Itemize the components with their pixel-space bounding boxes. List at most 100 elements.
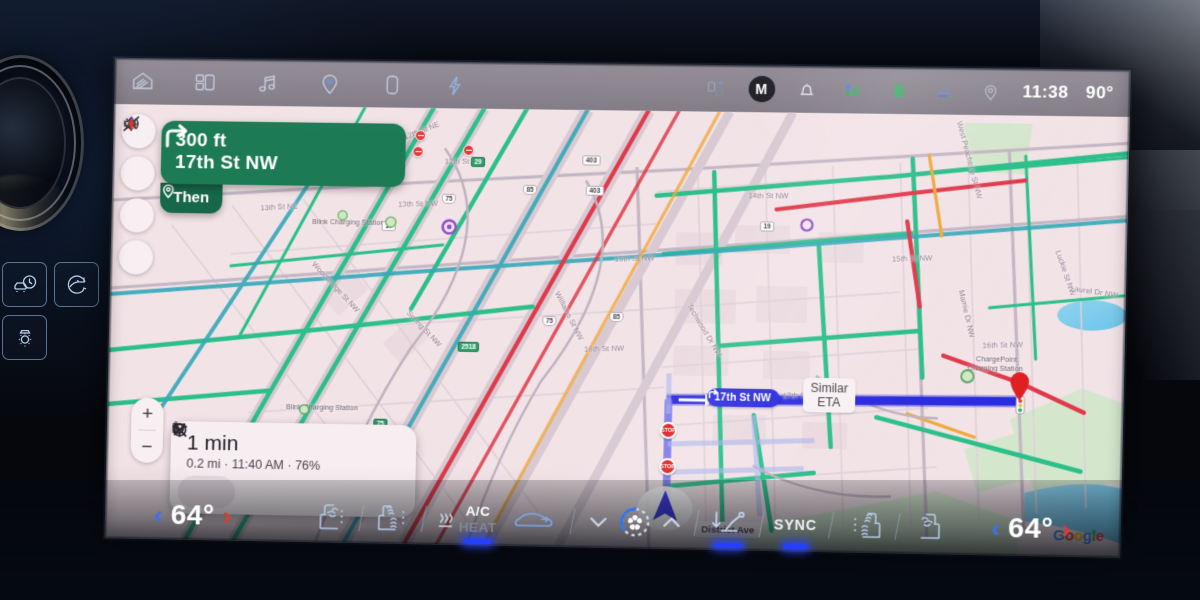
bell-icon[interactable]: [792, 75, 821, 104]
climate-divider: [692, 510, 700, 537]
climate-divider: [758, 511, 765, 538]
seat-heat-icon: [853, 508, 888, 543]
eta-details: 0.2 mi · 11:40 AM · 76%: [186, 456, 321, 473]
street-label: 15th St NW: [892, 253, 933, 264]
chevron-up-icon: [658, 511, 685, 534]
wifi-5g-icon: 5G: [930, 77, 959, 106]
climate-divider: [894, 513, 901, 540]
ac-label: A/C: [465, 503, 491, 520]
similar-eta-line2: ETA: [817, 395, 841, 410]
mute-voice-button[interactable]: [119, 116, 155, 233]
fan-icon: [617, 505, 652, 540]
then-label: Then: [173, 188, 210, 207]
poi-label: Blink Charging Station: [285, 404, 359, 413]
highway-shield: 403: [582, 155, 601, 167]
ac-heat-button[interactable]: A/C HEAT: [458, 493, 497, 546]
rear-defrost-icon: [513, 506, 560, 535]
seat-vent-icon: [311, 500, 344, 535]
fan-speed-decrease-button[interactable]: [584, 495, 612, 548]
recirculation-icon: [67, 275, 86, 294]
app-launcher-bar: [128, 67, 468, 99]
passenger-temp-increase-button[interactable]: ›: [1061, 514, 1071, 545]
turn-right-arrow-icon: [165, 124, 188, 148]
climate-divider: [568, 508, 576, 535]
zoom-out-button[interactable]: −: [130, 430, 163, 463]
eta-details-row: 0.2 mi · 11:40 AM · 76%: [170, 421, 416, 475]
climate-divider: [827, 512, 834, 539]
seat-heat-icon: [371, 501, 405, 536]
report-incident-button[interactable]: [118, 117, 154, 275]
zoom-in-button[interactable]: +: [131, 397, 164, 430]
home-icon[interactable]: [128, 67, 157, 95]
fan-speed-indicator[interactable]: [617, 496, 653, 549]
driver-seat-heat-button[interactable]: [371, 492, 414, 545]
fan-speed-increase-button[interactable]: [657, 496, 685, 549]
passenger-temperature-value: 64°: [1007, 511, 1054, 545]
chevron-down-icon: [585, 510, 612, 533]
map-pin-icon[interactable]: [315, 69, 344, 97]
location-pin-icon: [976, 77, 1005, 106]
passenger-seat-heat-button[interactable]: [844, 499, 888, 552]
windshield-heat-icon-wrap[interactable]: [434, 493, 457, 546]
phone-projection-icon[interactable]: [702, 74, 731, 103]
passenger-seat-vent-button[interactable]: [906, 500, 948, 553]
highway-shield: 2518: [457, 341, 480, 353]
driver-temp-decrease-button[interactable]: ‹: [154, 500, 163, 530]
destination-pin-icon: [1010, 371, 1030, 401]
lightning-bolt-icon[interactable]: [440, 71, 469, 99]
route-badge-label: 17th St NW: [714, 390, 772, 404]
display-brightness-button[interactable]: [2, 315, 47, 360]
sync-label: SYNC: [773, 516, 818, 534]
ac-active-indicator: [463, 538, 492, 545]
brightness-icon: [18, 329, 31, 346]
eta-time-remaining: 1 min: [186, 431, 239, 456]
profile-avatar[interactable]: M: [747, 75, 776, 103]
map-control-stack: [118, 114, 157, 275]
fan-ring: [617, 505, 652, 540]
highway-shield: 29: [470, 156, 486, 168]
driver-temperature-control: ‹ 64° ›: [154, 499, 232, 532]
dashboard-split-icon[interactable]: [190, 68, 219, 96]
maneuver-card[interactable]: 300 ft 17th St NW: [160, 120, 407, 187]
similar-eta-label: Similar ETA: [802, 377, 856, 414]
phone-icon[interactable]: [377, 70, 406, 98]
map-settings-button[interactable]: [120, 116, 156, 191]
passenger-temp-decrease-button[interactable]: ‹: [991, 513, 1001, 544]
maneuver-street: 17th St NW: [174, 152, 278, 175]
sync-button[interactable]: SYNC: [773, 498, 817, 551]
bezel-button-group: [2, 262, 106, 360]
infotainment-screenshot: M 5G 11:38 90° 12th St NE 12th St NW 13t…: [0, 0, 1200, 600]
poi-label: ChargePoint: [975, 356, 1018, 364]
clock: 11:38: [1022, 82, 1069, 102]
report-arrow-icon: [128, 117, 134, 130]
destination-pin-icon: [162, 184, 174, 199]
rear-defrost-button[interactable]: [512, 494, 560, 547]
driver-temp-increase-button[interactable]: ›: [222, 501, 231, 531]
similar-eta-line1: Similar: [810, 380, 849, 396]
adaptive-cruise-button[interactable]: [2, 262, 47, 307]
battery-icon: [884, 76, 913, 105]
music-note-icon[interactable]: [253, 69, 282, 97]
street-label: 13th St NW: [398, 198, 439, 209]
air-recirculation-button[interactable]: [54, 262, 99, 307]
seat-vent-icon: [907, 509, 949, 544]
airflow-active-indicator: [713, 542, 742, 549]
climate-divider: [420, 505, 428, 532]
street-label: 16th St NW: [584, 343, 625, 354]
street-label: 15th St NW: [614, 253, 655, 264]
zoom-controls[interactable]: + −: [130, 397, 164, 463]
status-indicator-group: M 5G 11:38 90°: [702, 74, 1114, 107]
poi-label: Blink Charging Station: [312, 218, 385, 227]
defrost-waves-icon: [434, 506, 457, 532]
svg-text:5G: 5G: [940, 85, 950, 92]
airflow-direction-button[interactable]: [707, 497, 749, 550]
signal-bars-icon: [838, 76, 867, 105]
heat-label: HEAT: [458, 519, 497, 536]
sync-active-indicator: [782, 543, 808, 550]
highway-shield: 19: [381, 220, 397, 232]
turn-right-mini-icon: [707, 388, 718, 399]
driver-temperature-value: 64°: [170, 498, 215, 531]
driver-seat-vent-button[interactable]: [311, 491, 352, 544]
location-target-icon: [172, 422, 187, 436]
touchscreen: M 5G 11:38 90° 12th St NE 12th St NW 13t…: [104, 58, 1131, 558]
